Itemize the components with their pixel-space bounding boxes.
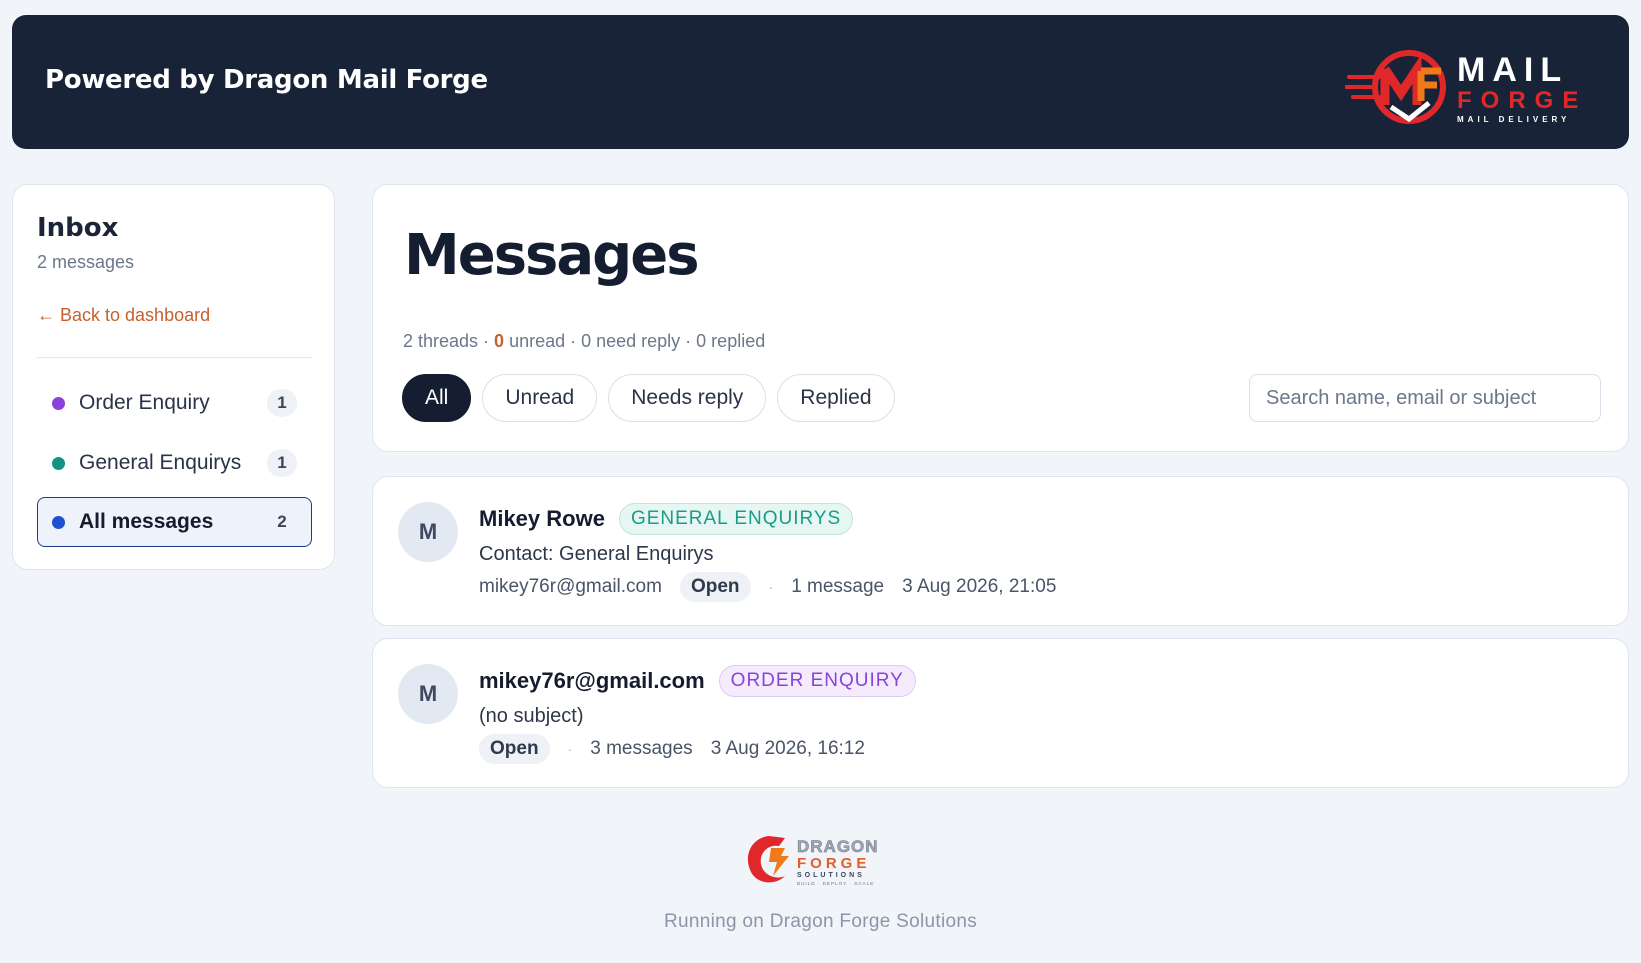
dragon-forge-logo: DRAGON FORGE SOLUTIONS BUILD · DEPLOY · …: [741, 830, 901, 888]
stats-rest: unread · 0 need reply · 0 replied: [504, 331, 766, 351]
thread-stats: 2 threads · 0 unread · 0 need reply · 0 …: [403, 331, 765, 352]
folder-color-dot: [52, 515, 65, 529]
header-title: Powered by Dragon Mail Forge: [45, 65, 488, 95]
logo-tagline: BUILD · DEPLOY · SCALE: [797, 881, 874, 886]
dragon-forge-emblem-icon: DRAGON FORGE SOLUTIONS BUILD · DEPLOY · …: [747, 836, 879, 886]
thread-message-count: 1 message: [791, 576, 885, 597]
folder-color-dot: [52, 396, 65, 410]
thread-subject: Contact: General Enquirys: [479, 543, 714, 565]
thread-row[interactable]: M mikey76r@gmail.com ORDER ENQUIRY (no s…: [372, 638, 1629, 788]
thread-sender-name: Mikey Rowe: [479, 506, 605, 531]
page-title: Messages: [404, 223, 700, 288]
folder-count-badge: 2: [277, 512, 287, 531]
folder-count-badge: 1: [267, 389, 297, 417]
folder-order-enquiry[interactable]: Order Enquiry 1: [37, 378, 312, 428]
sidebar-divider: [37, 357, 312, 358]
avatar: M: [398, 664, 458, 724]
logo-tagline: MAIL DELIVERY: [1457, 115, 1571, 124]
thread-meta: Open · 3 messages 3 Aug 2026, 16:12: [479, 734, 865, 764]
sidebar-message-count: 2 messages: [37, 252, 135, 272]
logo-line-2: FORGE: [797, 855, 870, 872]
thread-message-count: 3 messages: [590, 738, 693, 759]
filter-unread[interactable]: Unread: [482, 374, 598, 422]
messages-panel: Messages 2 threads · 0 unread · 0 need r…: [372, 184, 1629, 452]
inbox-sidebar: Inbox 2 messages ← Back to dashboard Ord…: [12, 184, 335, 570]
folder-label: All messages: [79, 510, 214, 533]
mail-forge-logo: MAIL FORGE MAIL DELIVERY: [1343, 35, 1595, 135]
filter-all[interactable]: All: [402, 374, 472, 422]
thread-category-tag: ORDER ENQUIRY: [718, 665, 916, 697]
logo-line-1: DRAGON: [797, 837, 879, 856]
sidebar-title: Inbox: [37, 213, 119, 243]
filter-replied[interactable]: Replied: [777, 374, 895, 422]
avatar: M: [398, 502, 458, 562]
filter-needs-reply[interactable]: Needs reply: [608, 374, 767, 422]
meta-separator: ·: [768, 579, 774, 595]
stats-unread-count: 0: [494, 331, 505, 351]
status-badge: Open: [479, 734, 550, 764]
thread-sender-name: mikey76r@gmail.com: [479, 668, 705, 693]
thread-date: 3 Aug 2026, 16:12: [710, 738, 865, 759]
footer-text: Running on Dragon Forge Solutions: [663, 911, 978, 932]
filter-chips: All Unread Needs reply Replied: [402, 374, 895, 422]
thread-row[interactable]: M Mikey Rowe GENERAL ENQUIRYS Contact: G…: [372, 476, 1629, 626]
thread-meta: mikey76r@gmail.com Open · 1 message 3 Au…: [479, 572, 1056, 602]
folder-label: Order Enquiry: [79, 391, 210, 414]
app-header: Powered by Dragon Mail Forge MAIL FORGE …: [12, 15, 1629, 149]
logo-line-2: FORGE: [1457, 87, 1588, 114]
folder-label: General Enquirys: [79, 451, 242, 474]
folder-color-dot: [52, 456, 65, 470]
status-badge: Open: [679, 572, 751, 602]
back-to-dashboard-link[interactable]: ← Back to dashboard: [37, 305, 210, 326]
folder-count-badge: 1: [267, 449, 297, 477]
mail-forge-emblem-icon: [1343, 50, 1446, 124]
folder-all-messages[interactable]: All messages 2: [37, 497, 312, 547]
thread-date: 3 Aug 2026, 21:05: [902, 576, 1057, 597]
thread-email: mikey76r@gmail.com: [479, 576, 662, 597]
folder-general-enquirys[interactable]: General Enquirys 1: [37, 438, 312, 488]
stats-threads: 2 threads ·: [403, 331, 495, 351]
thread-category-tag: GENERAL ENQUIRYS: [618, 503, 854, 535]
search-input[interactable]: [1249, 374, 1601, 422]
thread-subject: (no subject): [479, 705, 584, 727]
meta-separator: ·: [567, 741, 573, 757]
logo-line-3: SOLUTIONS: [797, 872, 865, 879]
logo-line-1: MAIL: [1457, 51, 1569, 89]
